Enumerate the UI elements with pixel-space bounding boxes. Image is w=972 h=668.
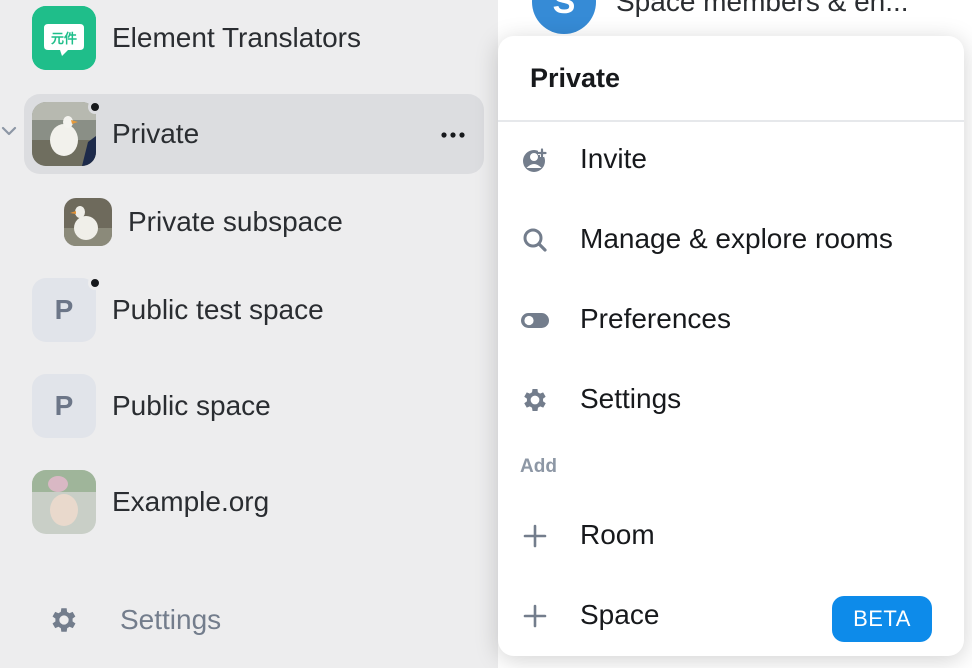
space-avatar: P bbox=[32, 278, 96, 342]
menu-item-preferences[interactable]: Preferences bbox=[498, 284, 964, 354]
ellipsis-icon bbox=[441, 132, 465, 138]
menu-item-manage-explore-rooms[interactable]: Manage & explore rooms bbox=[498, 204, 964, 274]
sidebar-settings-label: Settings bbox=[120, 604, 222, 635]
space-panel: 元件 Element Translators Private Private s… bbox=[0, 0, 498, 668]
space-label: Public test space bbox=[112, 294, 324, 325]
gear-icon bbox=[52, 608, 76, 632]
menu-title: Private bbox=[530, 63, 621, 93]
space-item-public-test-space[interactable]: P Public test space bbox=[24, 270, 484, 350]
menu-section-add: Add bbox=[520, 456, 557, 477]
menu-item-add-space[interactable]: Space BETA bbox=[498, 580, 964, 650]
photo-avatar-icon bbox=[32, 470, 96, 534]
space-avatar bbox=[64, 198, 112, 246]
space-avatar bbox=[32, 102, 96, 166]
goose-photo-icon bbox=[32, 102, 96, 166]
space-item-element-translators[interactable]: 元件 Element Translators bbox=[24, 0, 484, 78]
menu-item-label: Settings bbox=[580, 383, 682, 414]
menu-item-settings[interactable]: Settings bbox=[498, 364, 964, 434]
space-label: Element Translators bbox=[112, 22, 361, 53]
plus-icon bbox=[523, 524, 547, 548]
menu-item-label: Preferences bbox=[580, 303, 731, 334]
space-context-menu: Private Invite Manage & explore rooms Pr… bbox=[498, 36, 964, 656]
space-label: Private subspace bbox=[128, 206, 343, 237]
space-avatar bbox=[32, 470, 96, 534]
space-label: Public space bbox=[112, 390, 271, 421]
beta-badge: BETA bbox=[832, 596, 932, 642]
space-options-button[interactable] bbox=[438, 120, 468, 150]
room-name[interactable]: Space members & en... bbox=[616, 0, 909, 18]
space-avatar-text: 元件 bbox=[50, 32, 77, 47]
space-label: Private bbox=[112, 118, 200, 149]
space-item-example-org[interactable]: Example.org bbox=[24, 462, 484, 542]
space-item-private[interactable]: Private bbox=[24, 94, 484, 174]
space-item-private-subspace[interactable]: Private subspace bbox=[60, 190, 480, 254]
menu-item-label: Invite bbox=[580, 143, 647, 174]
space-item-public-space[interactable]: P Public space bbox=[24, 366, 484, 446]
space-label: Example.org bbox=[112, 486, 270, 517]
menu-item-label: Manage & explore rooms bbox=[580, 223, 893, 254]
plus-icon bbox=[523, 604, 547, 628]
chevron-down-icon[interactable] bbox=[0, 122, 18, 140]
toggle-icon bbox=[521, 313, 549, 328]
room-avatar: S bbox=[532, 0, 596, 34]
goose-photo-icon bbox=[64, 198, 112, 246]
unread-dot bbox=[88, 276, 102, 290]
space-avatar: P bbox=[32, 374, 96, 438]
space-avatar: 元件 bbox=[32, 6, 96, 70]
sidebar-settings-button[interactable]: Settings bbox=[40, 590, 340, 650]
search-icon bbox=[523, 228, 547, 252]
menu-item-label: Room bbox=[580, 519, 655, 550]
menu-divider bbox=[498, 120, 964, 122]
unread-dot bbox=[88, 100, 102, 114]
menu-item-invite[interactable]: Invite bbox=[498, 124, 964, 194]
menu-item-add-room[interactable]: Room bbox=[498, 500, 964, 570]
menu-item-label: Space bbox=[580, 599, 660, 630]
invite-icon bbox=[523, 148, 547, 172]
gear-icon bbox=[524, 389, 546, 411]
